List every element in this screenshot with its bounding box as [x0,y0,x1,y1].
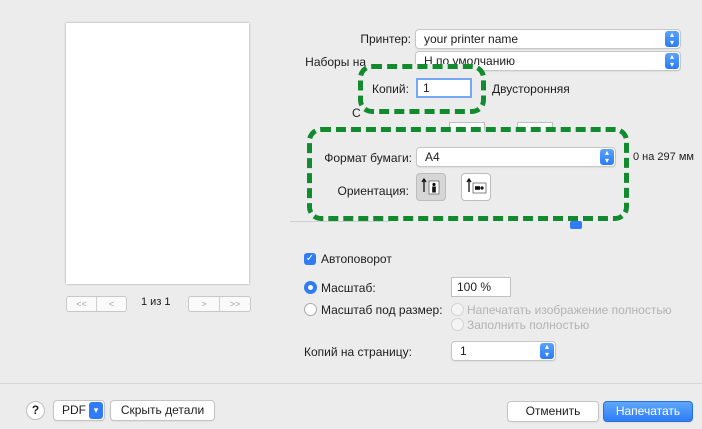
scale-to-fit-radio[interactable] [304,303,317,316]
autorotate-checkbox[interactable]: ✓ [304,253,316,265]
paper-size-dimensions: 0 на 297 мм [633,151,694,163]
stepper-icon: ▴ ▾ [665,31,679,47]
fill-image-radio[interactable] [451,303,464,316]
pdf-label: PDF [62,403,86,417]
section-divider [290,221,390,222]
last-page-button[interactable]: >> [219,297,250,311]
two-sided-label: Двусторонняя [492,82,570,96]
section-dropdown-partial[interactable] [570,221,582,229]
chevron-down-icon: ▾ [89,402,103,419]
paper-settings-highlight [307,127,629,221]
copies-label: Копий: [372,82,409,96]
fill-image-label: Напечатать изображение полностью [467,303,672,317]
scale-label: Масштаб: [321,281,376,295]
scale-input[interactable]: 100 % [451,277,511,297]
scale-to-fit-label: Масштаб под размер: [321,303,443,317]
copies-per-page-value: 1 [460,344,467,358]
cancel-button[interactable]: Отменить [507,401,599,422]
printer-label: Принтер: [360,32,411,46]
stepper-icon: ▴ ▾ [665,53,679,69]
autorotate-label: Автоповорот [321,252,392,266]
fill-page-label: Заполнить полностью [467,318,590,332]
footer-divider [0,383,702,384]
pdf-menu-button[interactable]: PDF ▾ [53,400,105,421]
copies-per-page-label: Копий на страницу: [304,345,412,359]
preview-nav-back-group: << < [66,296,127,312]
page-counter: 1 из 1 [141,296,171,308]
print-preview-page [66,23,249,284]
scale-radio[interactable] [304,281,317,294]
presets-label: Наборы на [305,55,366,69]
first-page-button[interactable]: << [67,297,96,311]
help-button[interactable]: ? [26,401,45,420]
copies-per-page-select[interactable]: 1 ▴ ▾ [451,341,556,361]
next-page-button[interactable]: > [189,297,219,311]
prev-page-button[interactable]: < [96,297,126,311]
printer-value: your printer name [424,32,519,46]
scale-value: 100 % [457,280,492,294]
hide-details-button[interactable]: Скрыть детали [110,400,215,421]
fill-page-radio[interactable] [451,318,464,331]
print-button[interactable]: Напечатать [603,401,693,422]
copies-input[interactable]: 1 [416,78,472,98]
copies-value: 1 [423,81,430,95]
printer-select[interactable]: your printer name ▴ ▾ [415,29,681,49]
pages-label: С [352,106,361,120]
preview-nav-forward-group: > >> [188,296,251,312]
stepper-icon: ▴ ▾ [540,343,554,359]
